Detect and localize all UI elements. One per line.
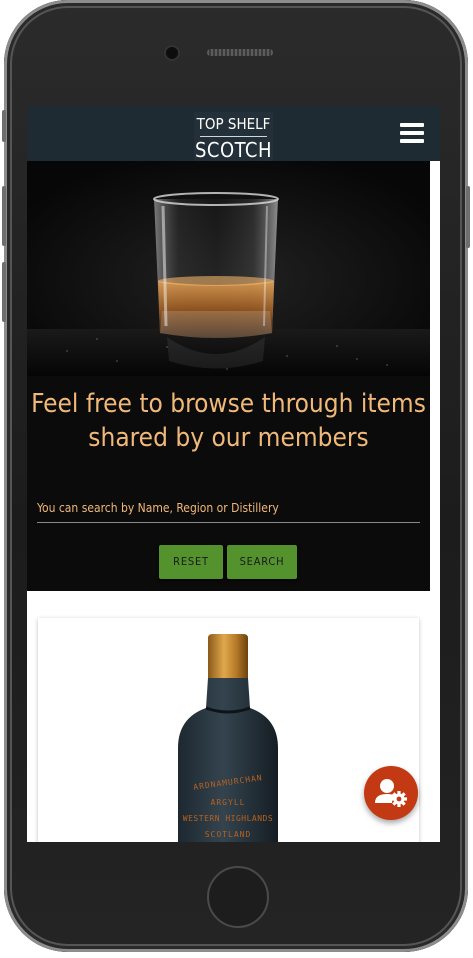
bottle-label-line3: WESTERN HIGHLANDS <box>182 814 274 823</box>
bottle-label-line4: SCOTLAND <box>204 830 252 839</box>
hero-section: Feel free to browse through items shared… <box>27 161 430 591</box>
hero-title: Feel free to browse through items shared… <box>31 389 426 453</box>
user-settings-button[interactable] <box>364 766 418 820</box>
phone-speaker <box>207 49 273 56</box>
bottle-label-line2: ARGYLL <box>210 798 246 807</box>
phone-power-button <box>466 186 470 248</box>
product-card[interactable]: ARDNAMURCHAN ARGYLL WESTERN HIGHLANDS SC… <box>38 618 419 842</box>
reset-button[interactable]: RESET <box>159 545 223 579</box>
app-screen: TOP SHELF SCOTCH Feel free to browse thr… <box>27 106 440 842</box>
whisky-glass-image <box>27 161 430 376</box>
logo-line-bottom: SCOTCH <box>194 138 273 162</box>
phone-volume-down <box>2 262 6 322</box>
search-button[interactable]: SEARCH <box>227 545 297 579</box>
logo-line-top: TOP SHELF <box>196 115 271 133</box>
search-input[interactable] <box>37 494 420 523</box>
phone-volume-up <box>2 186 6 246</box>
whisky-bottle-image <box>178 634 278 842</box>
phone-home-button[interactable] <box>207 866 269 928</box>
user-settings-icon <box>375 779 407 807</box>
phone-camera <box>166 47 178 59</box>
site-logo[interactable]: TOP SHELF SCOTCH <box>194 112 273 166</box>
phone-mute-switch <box>2 110 6 142</box>
hamburger-menu-icon[interactable] <box>400 123 424 145</box>
top-navbar: TOP SHELF SCOTCH <box>27 106 440 166</box>
